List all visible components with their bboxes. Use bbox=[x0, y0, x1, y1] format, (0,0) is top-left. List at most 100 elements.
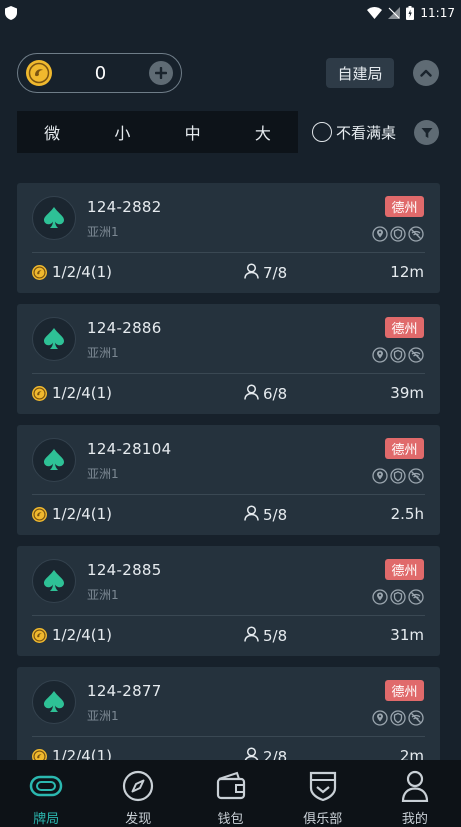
blinds-value: 1/2/4(1) bbox=[52, 384, 112, 402]
room-list[interactable]: 124-2882 亚洲1 德州 1/2/4(1) 7/8 12m 124-288… bbox=[17, 183, 440, 760]
player-count: 5/8 bbox=[244, 626, 287, 646]
elapsed-time: 2.5h bbox=[390, 505, 424, 523]
game-type-badge: 德州 bbox=[385, 680, 424, 701]
divider bbox=[32, 736, 425, 737]
no-signal-rule-icon bbox=[408, 710, 424, 726]
game-type-badge: 德州 bbox=[385, 438, 424, 459]
elapsed-time: 31m bbox=[390, 626, 424, 644]
collapse-button[interactable] bbox=[413, 60, 439, 86]
nav-item-profile[interactable]: 我的 bbox=[369, 760, 461, 827]
shield-icon bbox=[5, 6, 17, 20]
shield-rule-icon bbox=[390, 226, 406, 242]
coin-balance-box[interactable]: 0 bbox=[17, 53, 182, 93]
blinds-value: 1/2/4(1) bbox=[52, 626, 112, 644]
nav-item-tables[interactable]: 牌局 bbox=[0, 760, 92, 827]
no-signal-rule-icon bbox=[408, 589, 424, 605]
room-region: 亚洲1 bbox=[87, 225, 119, 239]
coin-icon bbox=[32, 506, 47, 522]
room-id: 124-2885 bbox=[87, 561, 162, 579]
spade-icon bbox=[32, 680, 76, 724]
plus-icon bbox=[155, 67, 167, 79]
no-signal-rule-icon bbox=[408, 347, 424, 363]
club-icon bbox=[306, 769, 340, 802]
blinds: 1/2/4(1) bbox=[32, 384, 112, 402]
nav-item-discover[interactable]: 发现 bbox=[92, 760, 184, 827]
hide-full-tables-toggle[interactable]: 不看满桌 bbox=[312, 121, 396, 143]
person-icon bbox=[244, 505, 259, 525]
blinds: 1/2/4(1) bbox=[32, 747, 112, 760]
coin-icon bbox=[26, 60, 52, 86]
player-count: 6/8 bbox=[244, 384, 287, 404]
stake-option-micro[interactable]: 微 bbox=[17, 111, 87, 153]
nav-item-club[interactable]: 俱乐部 bbox=[277, 760, 369, 827]
person-icon bbox=[244, 626, 259, 646]
elapsed-time: 2m bbox=[399, 747, 424, 760]
coin-icon bbox=[32, 627, 47, 643]
room-card[interactable]: 124-2885 亚洲1 德州 1/2/4(1) 5/8 31m bbox=[17, 546, 440, 656]
radio-button[interactable] bbox=[312, 122, 332, 142]
location-rule-icon bbox=[372, 226, 388, 242]
room-region: 亚洲1 bbox=[87, 346, 119, 360]
shield-rule-icon bbox=[390, 710, 406, 726]
divider bbox=[32, 494, 425, 495]
room-id: 124-2877 bbox=[87, 682, 162, 700]
room-card[interactable]: 124-2877 亚洲1 德州 1/2/4(1) 2/8 2m bbox=[17, 667, 440, 760]
stake-option-large[interactable]: 大 bbox=[228, 111, 298, 153]
elapsed-time: 12m bbox=[390, 263, 424, 281]
shield-rule-icon bbox=[390, 468, 406, 484]
nav-label: 牌局 bbox=[33, 812, 60, 827]
room-region: 亚洲1 bbox=[87, 467, 119, 481]
no-signal-rule-icon bbox=[408, 226, 424, 242]
divider bbox=[32, 615, 425, 616]
game-type-badge: 德州 bbox=[385, 559, 424, 580]
coin-balance: 0 bbox=[94, 62, 107, 84]
status-bar: 11:17 bbox=[0, 0, 461, 26]
players-value: 5/8 bbox=[263, 627, 288, 645]
room-card[interactable]: 124-2882 亚洲1 德州 1/2/4(1) 7/8 12m bbox=[17, 183, 440, 293]
blinds-value: 1/2/4(1) bbox=[52, 505, 112, 523]
game-type-badge: 德州 bbox=[385, 196, 424, 217]
wifi-icon bbox=[367, 7, 383, 19]
hide-full-label: 不看满桌 bbox=[336, 123, 397, 142]
room-region: 亚洲1 bbox=[87, 588, 119, 602]
bottom-nav: 牌局 发现 钱包 俱乐部 我的 bbox=[0, 760, 461, 827]
divider bbox=[32, 373, 425, 374]
wallet-icon bbox=[214, 769, 248, 802]
players-value: 2/8 bbox=[263, 748, 288, 760]
player-count: 7/8 bbox=[244, 263, 287, 283]
spade-icon bbox=[32, 317, 76, 361]
location-rule-icon bbox=[372, 710, 388, 726]
coin-icon bbox=[32, 264, 47, 280]
person-icon bbox=[244, 263, 259, 283]
location-rule-icon bbox=[372, 347, 388, 363]
room-id: 124-2886 bbox=[87, 319, 162, 337]
stakes-filter: 微 小 中 大 bbox=[17, 111, 298, 153]
spade-icon bbox=[32, 559, 76, 603]
game-type-badge: 德州 bbox=[385, 317, 424, 338]
chevron-up-icon bbox=[420, 69, 432, 77]
divider bbox=[32, 252, 425, 253]
elapsed-time: 39m bbox=[390, 384, 424, 402]
players-value: 5/8 bbox=[263, 506, 288, 524]
stake-option-small[interactable]: 小 bbox=[87, 111, 157, 153]
nav-item-wallet[interactable]: 钱包 bbox=[184, 760, 276, 827]
blinds: 1/2/4(1) bbox=[32, 626, 112, 644]
stake-option-medium[interactable]: 中 bbox=[158, 111, 228, 153]
rule-icons bbox=[372, 226, 424, 242]
players-value: 7/8 bbox=[263, 264, 288, 282]
player-count: 2/8 bbox=[244, 747, 287, 760]
shield-rule-icon bbox=[390, 347, 406, 363]
shield-rule-icon bbox=[390, 589, 406, 605]
players-value: 6/8 bbox=[263, 385, 288, 403]
rule-icons bbox=[372, 347, 424, 363]
filter-button[interactable] bbox=[414, 120, 439, 145]
nav-label: 俱乐部 bbox=[303, 812, 343, 827]
room-card[interactable]: 124-28104 亚洲1 德州 1/2/4(1) 5/8 2.5h bbox=[17, 425, 440, 535]
room-card[interactable]: 124-2886 亚洲1 德州 1/2/4(1) 6/8 39m bbox=[17, 304, 440, 414]
user-icon bbox=[398, 769, 432, 802]
self-build-button[interactable]: 自建局 bbox=[326, 58, 394, 88]
person-icon bbox=[244, 384, 259, 404]
add-coins-button[interactable] bbox=[149, 61, 173, 85]
location-rule-icon bbox=[372, 589, 388, 605]
rule-icons bbox=[372, 710, 424, 726]
